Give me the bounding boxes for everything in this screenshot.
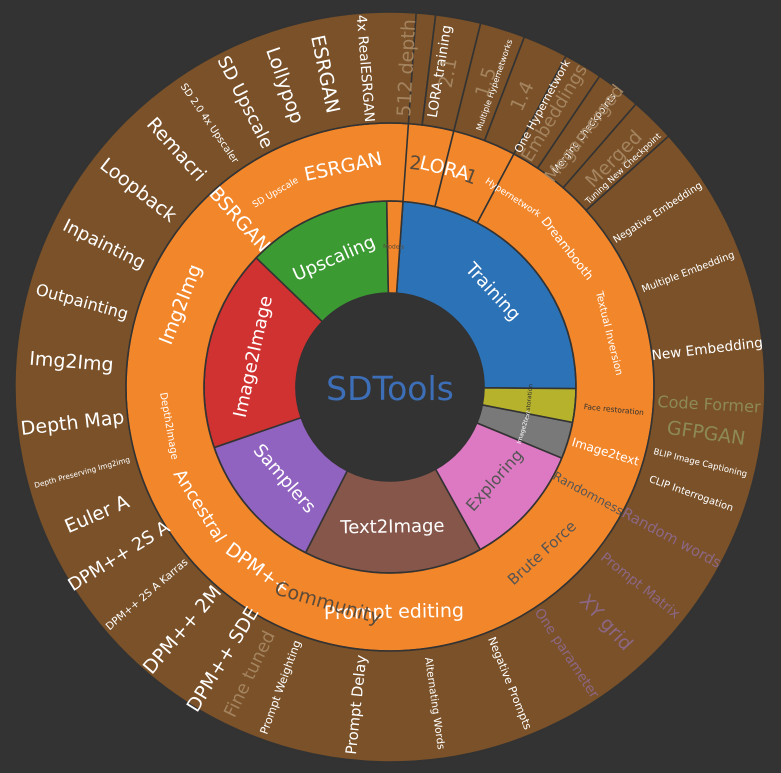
sunburst-chart: TrainingLORALORA training Multiple Hypern… bbox=[14, 11, 766, 763]
segment-label-2: 2 bbox=[408, 152, 423, 175]
segment-label-models: Models bbox=[383, 243, 404, 251]
segment-label-text2image: Text2Image bbox=[339, 516, 445, 539]
center-label: SDTools bbox=[326, 369, 454, 408]
